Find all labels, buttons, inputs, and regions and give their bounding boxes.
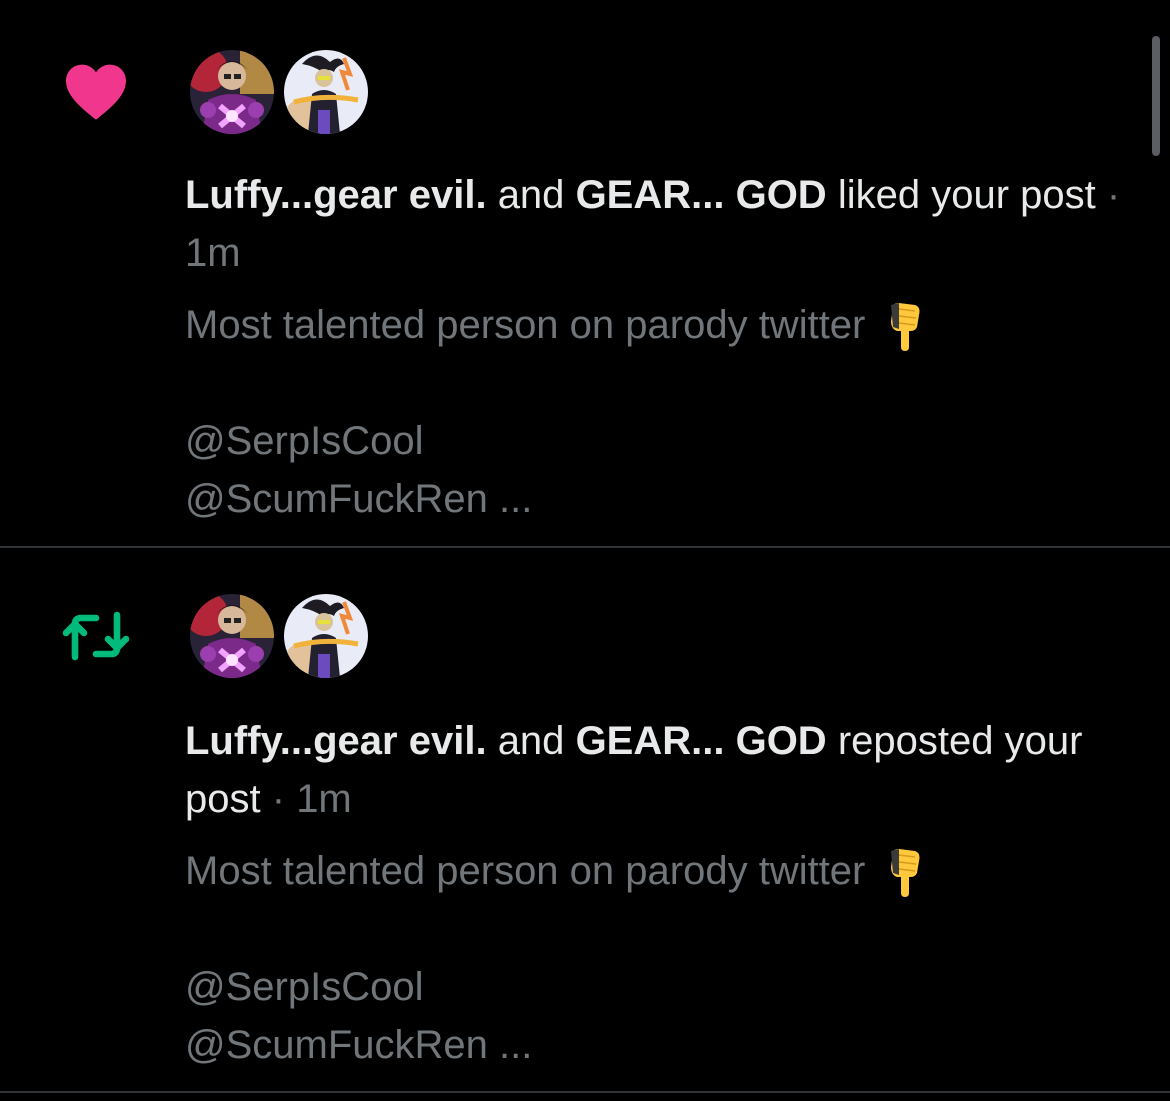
notification-text: Luffy...gear evil. and GEAR... GOD liked…: [185, 166, 1145, 528]
avatar[interactable]: [284, 594, 368, 678]
mention-1[interactable]: @SerpIsCool: [185, 412, 1145, 470]
notification-like[interactable]: Luffy...gear evil. and GEAR... GOD liked…: [0, 0, 1170, 548]
notifications-feed: Luffy...gear evil. and GEAR... GOD liked…: [0, 0, 1170, 1101]
mention-1[interactable]: @SerpIsCool: [185, 958, 1145, 1016]
separator: ·: [271, 777, 286, 821]
notification-text: Luffy...gear evil. and GEAR... GOD repos…: [185, 712, 1145, 1074]
actor-name-1[interactable]: Luffy...gear evil.: [185, 173, 487, 217]
timestamp: 1m: [185, 231, 241, 275]
post-text: Most talented person on parody twitter: [185, 849, 866, 893]
avatar[interactable]: [190, 50, 274, 134]
timestamp: 1m: [296, 777, 352, 821]
repost-icon: [60, 600, 132, 672]
actor-avatars: [190, 594, 390, 678]
joiner-text: and: [497, 719, 565, 763]
notification-headline: Luffy...gear evil. and GEAR... GOD liked…: [185, 166, 1145, 282]
heart-icon: [60, 55, 132, 127]
scrollbar[interactable]: [1152, 36, 1160, 156]
avatar[interactable]: [284, 50, 368, 134]
action-text: liked your post: [837, 173, 1096, 217]
backhand-pointing-down-emoji-icon: [885, 301, 925, 353]
separator: ·: [1106, 173, 1121, 217]
actor-name-2[interactable]: GEAR... GOD: [576, 173, 827, 217]
actor-avatars: [190, 50, 390, 134]
post-text-line: Most talented person on parody twitter: [185, 296, 1145, 354]
actor-name-2[interactable]: GEAR... GOD: [576, 719, 827, 763]
post-preview[interactable]: Most talented person on parody twitter @…: [185, 296, 1145, 528]
post-preview[interactable]: Most talented person on parody twitter @…: [185, 842, 1145, 1074]
notification-repost[interactable]: Luffy...gear evil. and GEAR... GOD repos…: [0, 548, 1170, 1093]
mention-2[interactable]: @ScumFuckRen ...: [185, 470, 1145, 528]
post-text: Most talented person on parody twitter: [185, 303, 866, 347]
actor-name-1[interactable]: Luffy...gear evil.: [185, 719, 487, 763]
notification-headline: Luffy...gear evil. and GEAR... GOD repos…: [185, 712, 1145, 828]
joiner-text: and: [497, 173, 565, 217]
post-text-line: Most talented person on parody twitter: [185, 842, 1145, 900]
backhand-pointing-down-emoji-icon: [885, 847, 925, 899]
mention-2[interactable]: @ScumFuckRen ...: [185, 1016, 1145, 1074]
avatar[interactable]: [190, 594, 274, 678]
